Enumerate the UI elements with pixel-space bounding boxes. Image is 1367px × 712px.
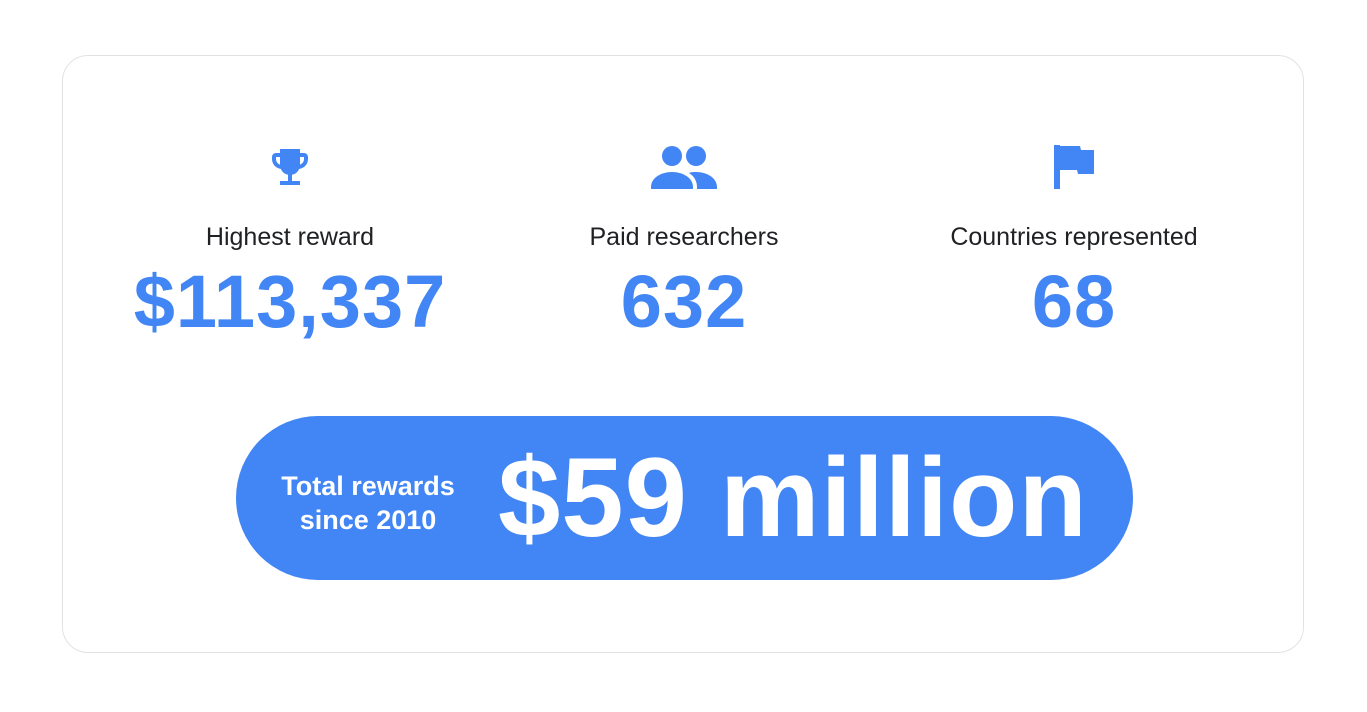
stat-value: 68 — [1031, 260, 1117, 343]
people-icon — [651, 143, 717, 191]
stat-value: $113,337 — [133, 260, 447, 343]
stat-label: Countries represented — [950, 223, 1198, 251]
total-rewards-amount: $59 million — [498, 435, 1088, 560]
stat-label: Highest reward — [205, 223, 375, 251]
stats-card: Highest reward $113,337 Paid researchers… — [62, 55, 1304, 653]
caption-line-2: since 2010 — [299, 505, 437, 535]
total-rewards-caption: Total rewards since 2010 — [268, 469, 468, 537]
total-rewards-pill: Total rewards since 2010 $59 million — [236, 416, 1133, 580]
stat-value: 632 — [620, 260, 748, 343]
trophy-icon — [266, 143, 314, 191]
stat-label: Paid researchers — [589, 223, 779, 251]
flag-icon — [1052, 143, 1096, 191]
caption-line-1: Total rewards — [281, 471, 455, 501]
